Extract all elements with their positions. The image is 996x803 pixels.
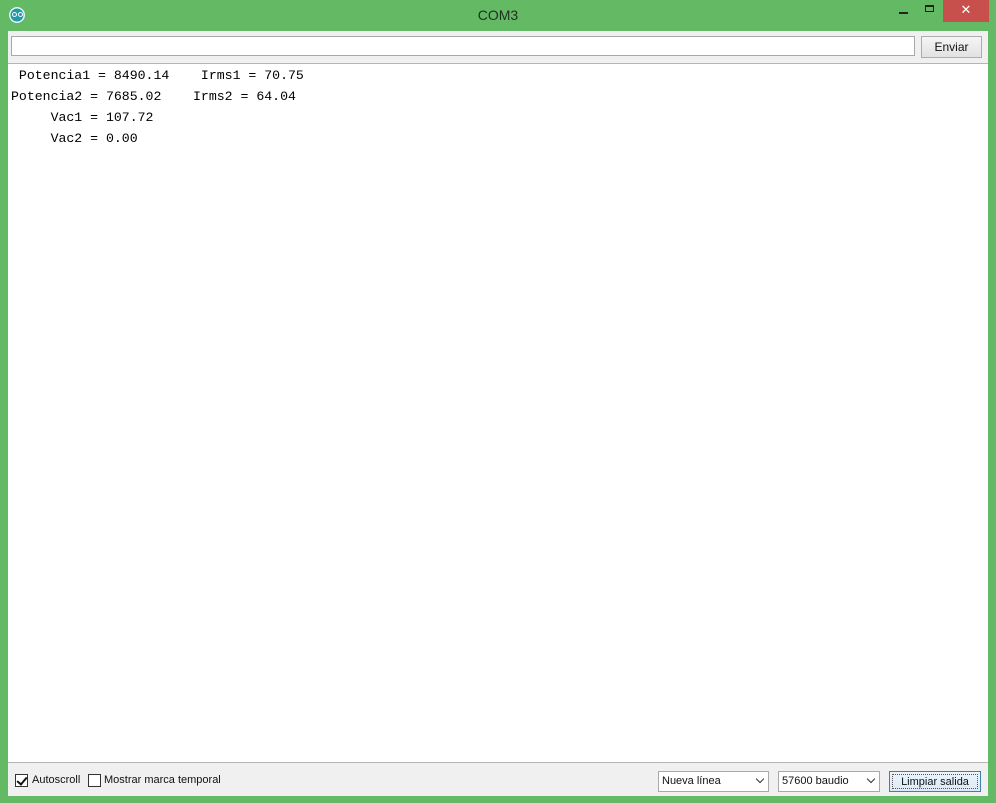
line-ending-select[interactable]: Nueva línea [658, 771, 769, 792]
output-line: Vac2 = 0.00 [11, 131, 138, 146]
line-ending-value: Nueva línea [662, 775, 721, 787]
baud-rate-value: 57600 baudio [782, 775, 849, 787]
serial-output[interactable]: Potencia1 = 8490.14 Irms1 = 70.75 Potenc… [8, 63, 988, 763]
serial-monitor-window: COM3 ✕ Enviar Potencia1 = 8490.14 Irms1 … [0, 0, 996, 803]
autoscroll-checkbox[interactable] [15, 774, 28, 787]
close-icon[interactable]: ✕ [943, 0, 989, 22]
timestamp-checkbox[interactable] [88, 774, 101, 787]
send-button[interactable]: Enviar [921, 36, 982, 58]
window-title: COM3 [477, 7, 519, 23]
output-line: Potencia2 = 7685.02 Irms2 = 64.04 [11, 89, 296, 104]
output-line: Potencia1 = 8490.14 Irms1 = 70.75 [11, 68, 304, 83]
client-area: Enviar Potencia1 = 8490.14 Irms1 = 70.75… [8, 31, 988, 796]
clear-output-button[interactable]: Limpiar salida [889, 771, 981, 792]
send-input[interactable] [11, 36, 915, 56]
minimize-icon[interactable] [891, 0, 917, 22]
bottom-toolbar: Autoscroll Mostrar marca temporal Nueva … [8, 766, 988, 796]
output-line: Vac1 = 107.72 [11, 110, 154, 125]
timestamp-label[interactable]: Mostrar marca temporal [104, 774, 221, 787]
chevron-down-icon [866, 774, 876, 784]
check-icon [16, 774, 28, 786]
chevron-down-icon [755, 774, 765, 784]
autoscroll-label[interactable]: Autoscroll [32, 774, 80, 787]
baud-rate-select[interactable]: 57600 baudio [778, 771, 880, 792]
title-bar[interactable]: COM3 ✕ [0, 0, 996, 30]
maximize-icon[interactable] [917, 0, 943, 22]
